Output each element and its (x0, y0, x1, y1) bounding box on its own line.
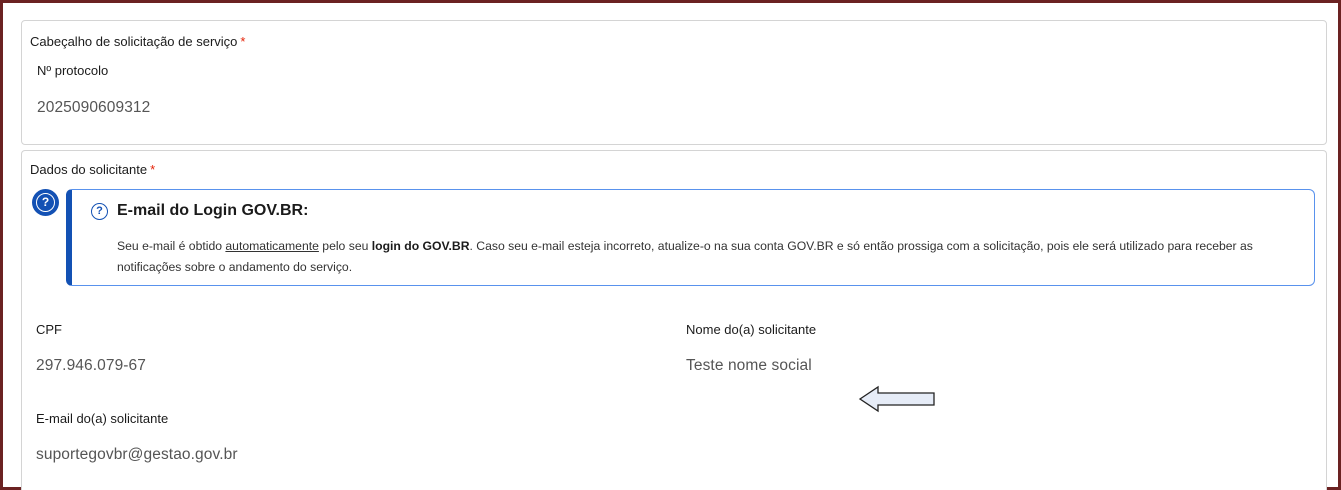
info-text-part: pelo seu (318, 239, 372, 253)
help-circle-icon[interactable]: ? (32, 189, 59, 216)
header-section-title-text: Cabeçalho de solicitação de serviço (30, 34, 238, 49)
info-text-bold: login do GOV.BR (371, 239, 470, 253)
cpf-value: 297.946.079-67 (36, 357, 146, 374)
protocolo-value: 2025090609312 (37, 99, 151, 116)
question-circle-icon: ? (91, 203, 108, 220)
required-marker: * (240, 34, 246, 49)
info-text: Seu e-mail é obtido automaticamente pelo… (117, 236, 1307, 278)
email-value: suportegovbr@gestao.gov.br (36, 446, 238, 463)
info-title: E-mail do Login GOV.BR: (117, 202, 309, 219)
info-message-box: ? E-mail do Login GOV.BR: Seu e-mail é o… (66, 189, 1315, 286)
nome-value: Teste nome social (686, 357, 812, 374)
dados-section-title-text: Dados do solicitante (30, 162, 148, 177)
info-text-underlined: automaticamente (225, 239, 319, 253)
info-text-part: Seu e-mail é obtido (117, 239, 226, 253)
dados-section-title: Dados do solicitante * (30, 162, 155, 177)
cpf-label: CPF (36, 322, 62, 337)
left-arrow-icon (858, 385, 935, 413)
email-label: E-mail do(a) solicitante (36, 411, 169, 426)
header-section-title: Cabeçalho de solicitação de serviço * (30, 34, 245, 49)
header-section-card: Cabeçalho de solicitação de serviço * Nº … (21, 20, 1327, 145)
required-marker: * (150, 162, 156, 177)
protocolo-label: Nº protocolo (37, 63, 109, 78)
nome-label: Nome do(a) solicitante (686, 322, 817, 337)
